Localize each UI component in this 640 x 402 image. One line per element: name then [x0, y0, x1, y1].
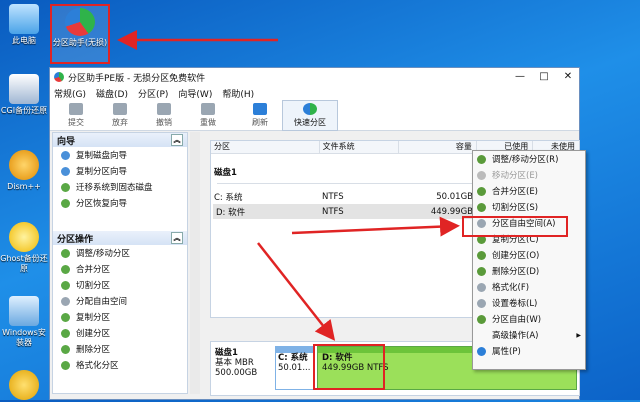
- arrow-to-partition-d: [257, 242, 336, 341]
- arrow-to-menu-item: [291, 216, 460, 237]
- annotation-arrows: [117, 30, 460, 341]
